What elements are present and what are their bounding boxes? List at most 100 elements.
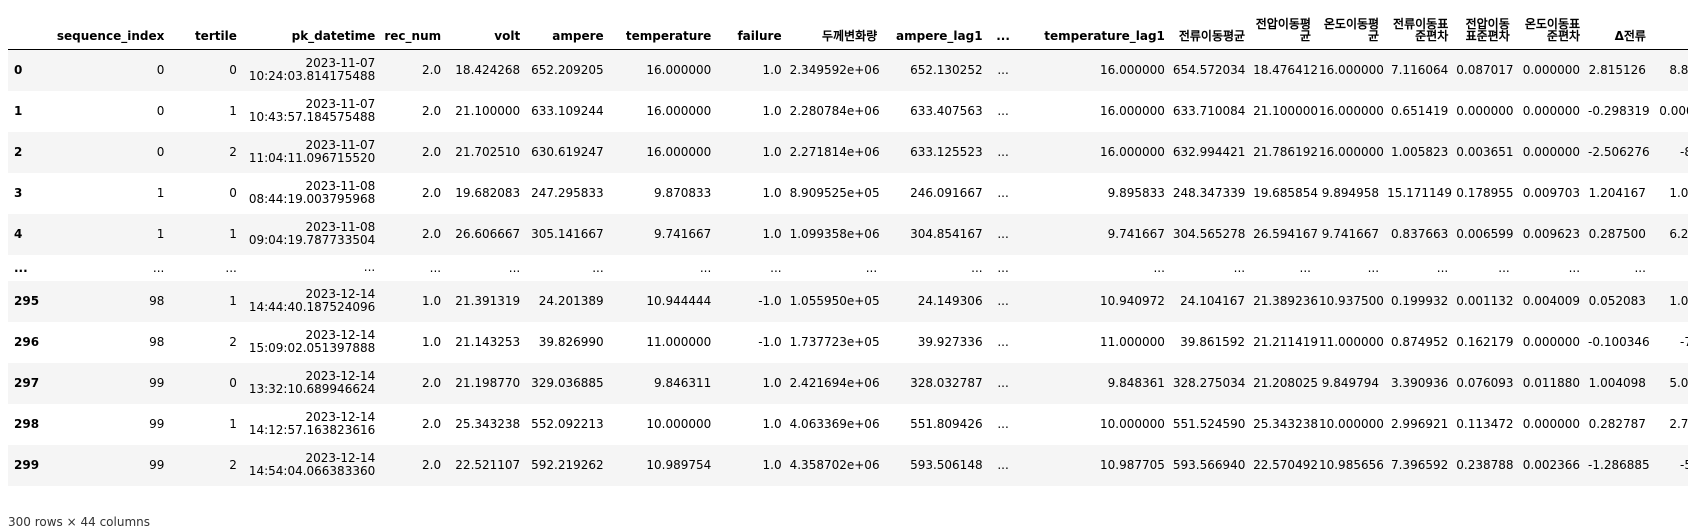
table-cell: 0.004009 <box>1522 294 1581 308</box>
table-cell: 1.005823 <box>1390 145 1449 159</box>
table-cell: 9.870833 <box>654 186 712 200</box>
table-cell: 16.000000 <box>646 104 712 118</box>
table-cell: 1.099358e+06 <box>789 227 880 241</box>
table-cell: 1.0 <box>422 294 442 308</box>
table-cell: 10.000000 <box>1318 417 1384 431</box>
column-header: Δ전류 <box>1584 0 1650 50</box>
column-header: failure <box>715 0 786 50</box>
table-cell: ... <box>770 260 782 275</box>
table-cell: 21.198770 <box>455 376 521 390</box>
table-cell: 0.009703 <box>1522 186 1581 200</box>
table-cell: 592.219262 <box>531 458 604 472</box>
table-cell: 21.143253 <box>455 335 521 349</box>
table-cell: 630.619247 <box>531 145 604 159</box>
table-cell: ... <box>1634 260 1646 275</box>
table-cell: 632.994421 <box>1172 145 1246 159</box>
table-cell: 2.0 <box>422 186 442 200</box>
table-cell: 22.521107 <box>455 458 521 472</box>
table-cell: -0.298319 <box>1588 104 1650 118</box>
table-cell: 551.524590 <box>1172 417 1246 431</box>
table-cell: 21.100000 <box>455 104 521 118</box>
table-cell: 0.282787 <box>1588 417 1646 431</box>
table-cell: 0.837663 <box>1390 227 1449 241</box>
table-cell: 3.390936 <box>1390 376 1449 390</box>
table-cell: 1.0 <box>762 376 782 390</box>
table-cell: ... <box>971 260 983 275</box>
table-cell: 21.702510 <box>455 145 521 159</box>
table-cell: 2.0 <box>422 458 442 472</box>
table-cell: 0.009623 <box>1522 227 1581 241</box>
table-cell: ... <box>997 376 1009 390</box>
table-cell: 15.171149 <box>1387 186 1452 200</box>
table-cell: ... <box>1153 260 1165 275</box>
table-row: 4 1 1 2023-11-08 09:04:19.787733504 2.0 26.606… <box>8 213 1688 255</box>
datetime-time: 14:12:57.163823616 <box>248 423 376 437</box>
table-cell: 9.848361 <box>1107 376 1165 390</box>
table-cell: 2 <box>229 335 237 349</box>
table-cell: 6.250000e <box>1669 227 1688 241</box>
datetime-time: 15:09:02.051397888 <box>248 341 376 355</box>
table-cell: ... <box>1498 260 1510 275</box>
table-cell-datetime: 2023-11-07 10:43:57.184575488 <box>241 91 379 132</box>
table-row: 299 99 2 2023-12-14 14:54:04.066383360 2.0 22.… <box>8 444 1688 486</box>
table-cell: 305.141667 <box>531 227 604 241</box>
table-cell: 2.280784e+06 <box>789 104 880 118</box>
table-cell: 0 <box>156 145 165 159</box>
table-cell: 9.894958 <box>1321 186 1380 200</box>
table-cell: 2.0 <box>422 417 442 431</box>
table-cell: 0.162179 <box>1456 335 1514 349</box>
table-cell: ... <box>997 63 1009 78</box>
header-row: sequence_index tertile pk_datetime rec_num v… <box>8 0 1688 50</box>
table-cell: ... <box>997 458 1009 472</box>
table-cell <box>1650 255 1688 281</box>
column-header: Δ전 <box>1649 0 1688 50</box>
table-cell: 0.000000 <box>1522 145 1581 159</box>
table-cell: 652.209205 <box>531 63 604 78</box>
table-cell: 652.130252 <box>910 63 983 78</box>
row-index: 299 <box>14 458 40 472</box>
row-index: 1 <box>14 104 23 118</box>
table-cell: 1.0 <box>762 186 782 200</box>
table-cell-datetime: ... <box>241 255 379 281</box>
table-cell: 654.572034 <box>1172 63 1246 78</box>
row-index: 296 <box>14 335 40 349</box>
table-cell: 1.204167 <box>1588 186 1646 200</box>
table-cell: 9.741667 <box>654 227 712 241</box>
table-cell: 1 <box>156 227 165 241</box>
dataframe-table: sequence_index tertile pk_datetime rec_num v… <box>8 0 1688 486</box>
row-index: 297 <box>14 376 40 390</box>
table-cell: 2.0 <box>422 104 442 118</box>
table-cell: ... <box>225 260 237 275</box>
column-header: ampere_lag1 <box>881 0 987 50</box>
table-row: 0 0 0 2023-11-07 10:24:03.814175488 2.0 18.424… <box>8 49 1688 91</box>
datetime-time: 09:04:19.787733504 <box>248 233 376 247</box>
table-cell: 19.682083 <box>455 186 521 200</box>
table-cell: ... <box>699 260 712 275</box>
table-cell: 0.651419 <box>1390 104 1449 118</box>
table-cell: 1 <box>229 417 237 431</box>
table-cell: 0.087017 <box>1456 63 1514 78</box>
table-cell: 0.000000 <box>1522 417 1581 431</box>
table-cell: -8.70292 <box>1680 145 1688 159</box>
table-cell: 0.000000 <box>1456 104 1514 118</box>
table-cell: 0.002366 <box>1522 458 1581 472</box>
table-cell: 1.0 <box>762 458 782 472</box>
table-row: 1 0 1 2023-11-07 10:43:57.184575488 2.0 21.100… <box>8 91 1688 132</box>
row-index: 3 <box>14 186 23 200</box>
table-row: 2 0 2 2023-11-07 11:04:11.096715520 2.0 21.702… <box>8 131 1688 173</box>
table-cell: ... <box>997 186 1009 200</box>
table-cell: 1 <box>229 294 237 308</box>
column-header: 온도이동평균 <box>1314 0 1384 50</box>
column-header: 전압이동평균 <box>1249 0 1315 50</box>
table-cell: 25.343238 <box>455 417 521 431</box>
table-cell: 21.391319 <box>455 294 521 308</box>
table-cell: 21.786192 <box>1253 145 1318 159</box>
table-cell: 0.052083 <box>1588 294 1646 308</box>
table-cell: 9.895833 <box>1107 186 1165 200</box>
table-cell: 248.347339 <box>1172 186 1246 200</box>
table-cell: 21.100000 <box>1253 104 1318 118</box>
table-cell: 0.006599 <box>1456 227 1514 241</box>
table-cell: 1 <box>229 104 237 118</box>
table-cell: 304.565278 <box>1172 227 1246 241</box>
table-cell: 10.987705 <box>1100 458 1165 472</box>
